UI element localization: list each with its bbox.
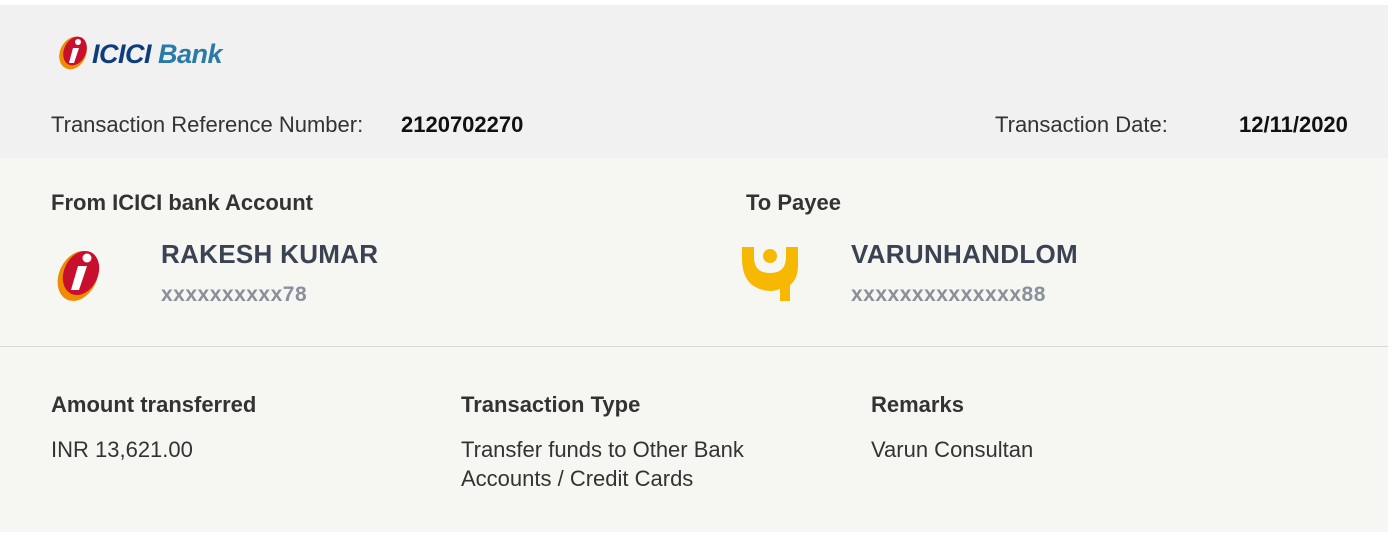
logo-bank-text: Bank: [158, 39, 223, 69]
remarks-value: Varun Consultan: [871, 437, 1034, 462]
from-account-name: RAKESH KUMAR: [161, 239, 379, 269]
payee-account-number: xxxxxxxxxxxxxx88: [851, 283, 1046, 306]
to-payee-title: To Payee: [746, 190, 841, 215]
logo-icici-text: ICICI: [92, 39, 152, 69]
amount-title: Amount transferred: [51, 392, 257, 417]
icici-logo-icon: [57, 250, 100, 301]
transaction-header: ICICI Bank Transaction Reference Number:…: [0, 5, 1388, 158]
from-account-number: xxxxxxxxxx78: [161, 283, 308, 306]
reference-number-label: Transaction Reference Number:: [51, 112, 364, 137]
section-divider: [0, 346, 1388, 347]
amount-value: INR 13,621.00: [51, 437, 193, 462]
from-account-title: From ICICI bank Account: [51, 190, 313, 215]
icici-logo-icon: [59, 36, 87, 70]
transaction-date-value: 12/11/2020: [1239, 112, 1348, 137]
transaction-date-label: Transaction Date:: [995, 112, 1168, 137]
remarks-title: Remarks: [871, 392, 964, 417]
from-bank-icon-box: [50, 243, 112, 312]
transaction-type-value: Transfer funds to Other Bank Accounts / …: [461, 437, 744, 491]
payee-name: VARUNHANDLOM: [851, 239, 1078, 269]
to-bank-icon-box: [740, 243, 802, 310]
reference-number-value: 2120702270: [401, 112, 524, 137]
transaction-type-title: Transaction Type: [461, 392, 641, 417]
pnb-logo-icon: [742, 247, 798, 301]
transaction-card: ICICI Bank Transaction Reference Number:…: [0, 5, 1388, 532]
logo-wordmark: ICICI Bank: [92, 39, 223, 70]
